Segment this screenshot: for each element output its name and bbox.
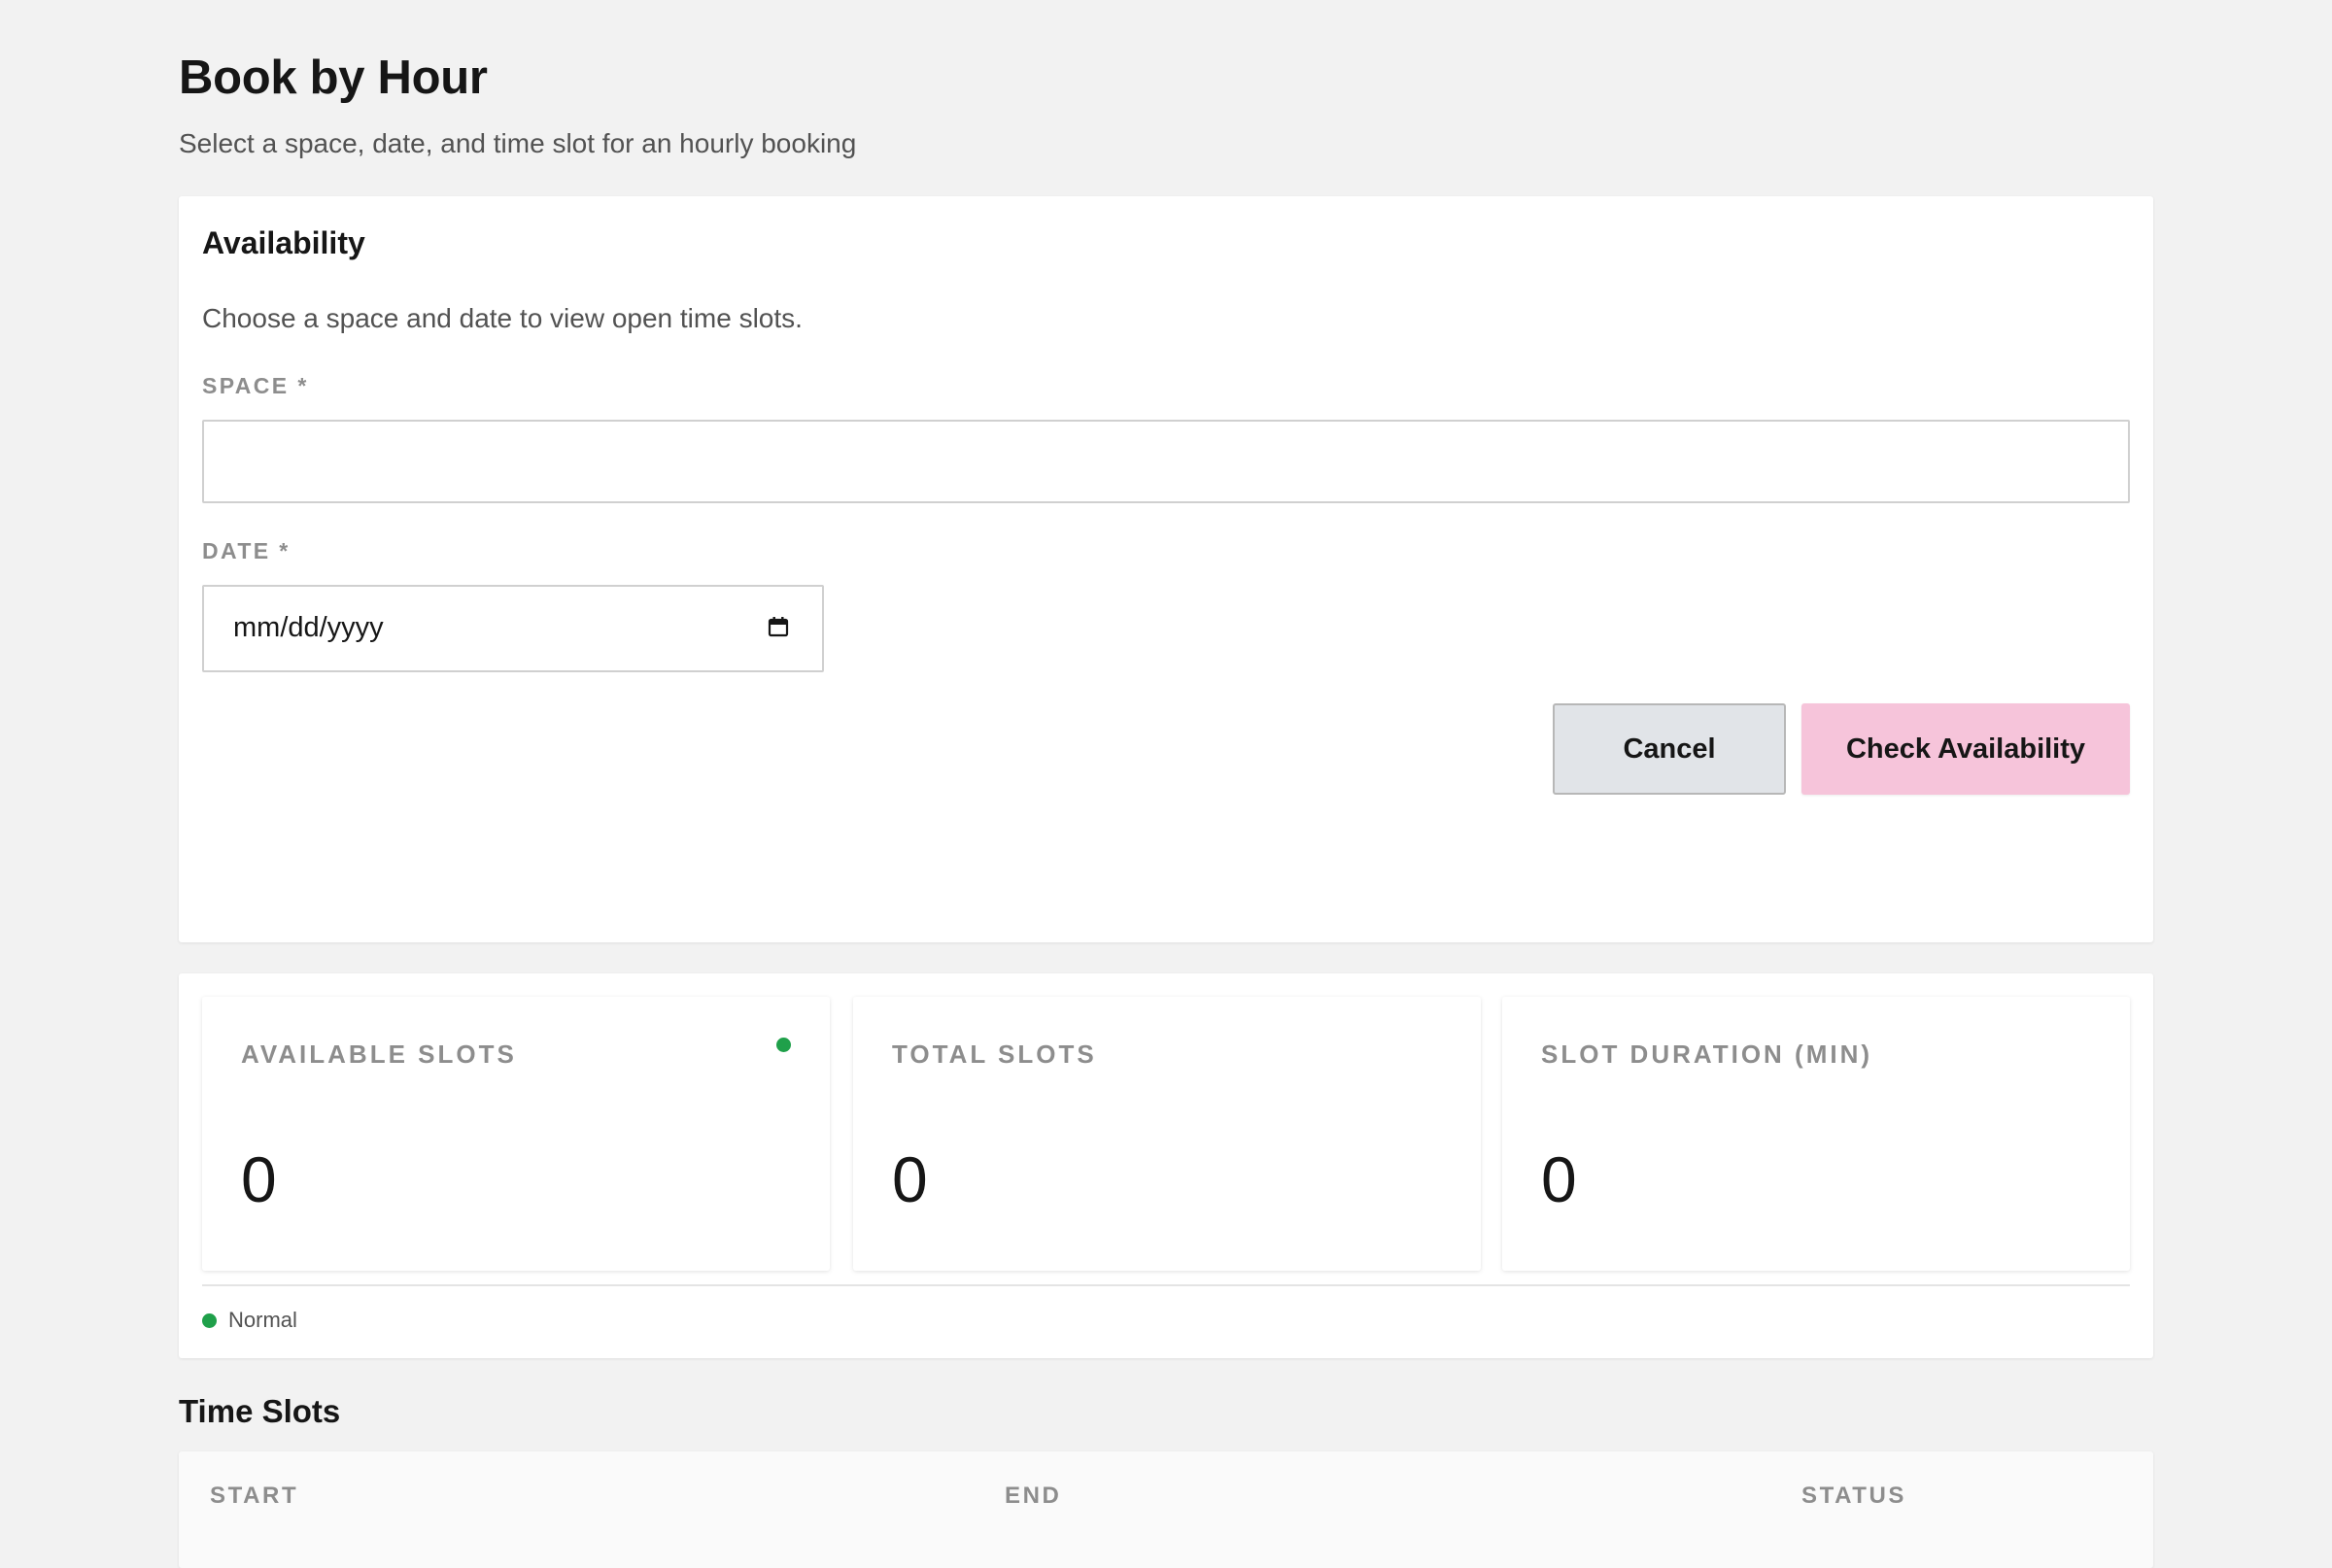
page-title: Book by Hour	[179, 51, 488, 104]
stat-label: AVAILABLE SLOTS	[241, 1040, 517, 1069]
column-header-start: START	[210, 1483, 299, 1509]
space-label: SPACE *	[202, 373, 309, 398]
status-dot-icon	[202, 1312, 217, 1328]
calendar-icon[interactable]	[768, 616, 789, 637]
availability-card: Availability Choose a space and date to …	[179, 196, 2153, 942]
page-subtitle: Select a space, date, and time slot for …	[179, 128, 857, 158]
column-header-status: STATUS	[1801, 1483, 1907, 1509]
stat-label: TOTAL SLOTS	[892, 1040, 1097, 1069]
time-slots-table: START END STATUS	[179, 1451, 2153, 1568]
space-select[interactable]	[202, 420, 2130, 503]
stat-value: 0	[1541, 1143, 1577, 1215]
stat-available-slots: AVAILABLE SLOTS 0	[202, 997, 830, 1271]
stat-value: 0	[892, 1143, 928, 1215]
column-header-end: END	[1005, 1483, 1062, 1509]
availability-description: Choose a space and date to view open tim…	[202, 303, 803, 333]
stats-card: AVAILABLE SLOTS 0 TOTAL SLOTS 0 SLOT DUR…	[179, 973, 2153, 1358]
check-availability-button[interactable]: Check Availability	[1801, 703, 2130, 795]
time-slots-title: Time Slots	[179, 1393, 341, 1429]
stat-value: 0	[241, 1143, 277, 1215]
legend-label: Normal	[228, 1308, 297, 1332]
date-input[interactable]: mm/dd/yyyy	[202, 585, 824, 672]
stat-label: SLOT DURATION (MIN)	[1541, 1040, 1873, 1069]
status-dot-icon	[776, 1038, 791, 1052]
date-placeholder: mm/dd/yyyy	[233, 612, 384, 643]
date-label: DATE *	[202, 538, 291, 563]
stat-slot-duration: SLOT DURATION (MIN) 0	[1502, 997, 2130, 1271]
status-legend: Normal	[202, 1308, 297, 1333]
availability-heading: Availability	[202, 225, 365, 260]
divider	[202, 1284, 2130, 1286]
cancel-button[interactable]: Cancel	[1553, 703, 1786, 795]
stat-total-slots: TOTAL SLOTS 0	[853, 997, 1481, 1271]
